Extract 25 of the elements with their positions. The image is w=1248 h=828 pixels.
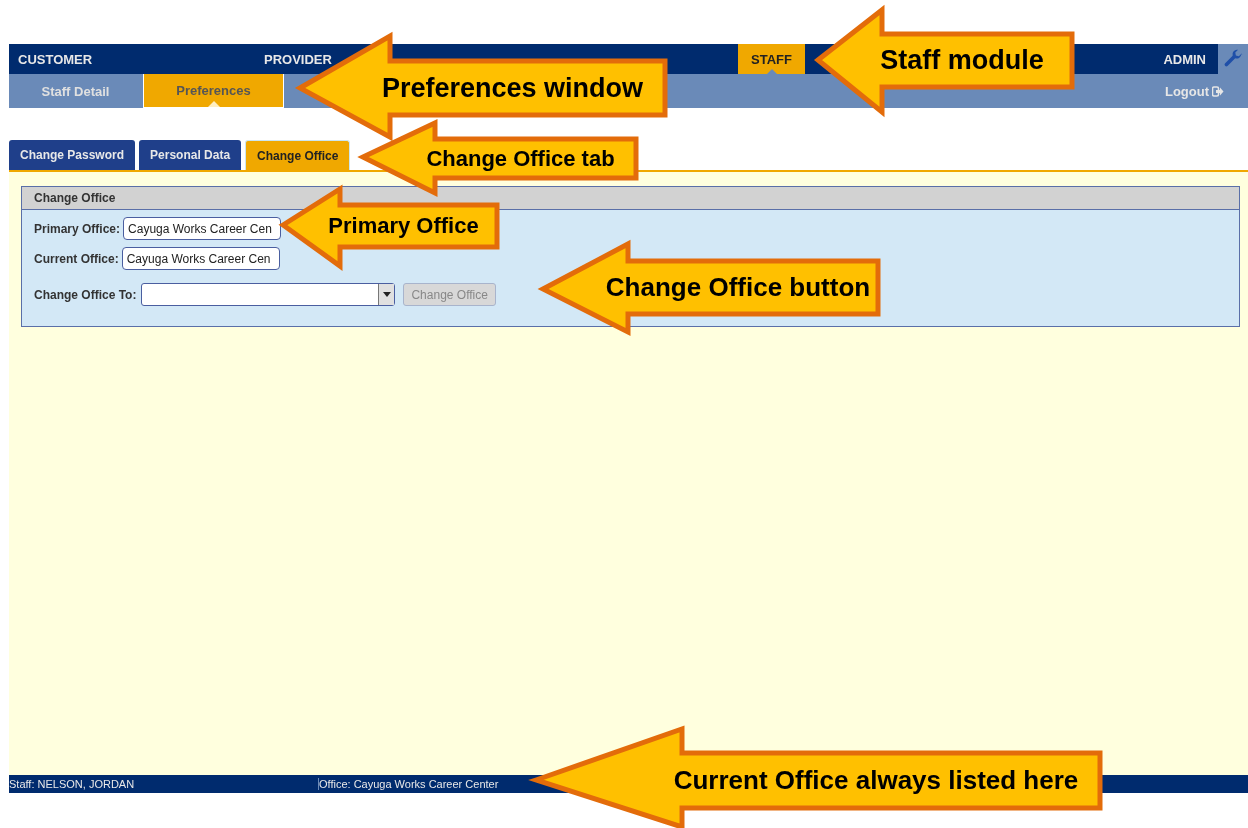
tab[interactable]: Change Password [9, 140, 136, 170]
module-tab[interactable]: PROVIDER [264, 44, 332, 74]
logout-icon [1212, 85, 1224, 97]
sub-tab[interactable]: Preferences [143, 74, 284, 108]
dropdown-field[interactable] [141, 283, 396, 306]
input-field[interactable]: Cayuga Works Career Cen [123, 217, 282, 240]
callout-label: Staff module [880, 45, 1044, 76]
panel-title: Change Office [22, 187, 1239, 210]
office-name: Office: Cayuga Works Career Center [319, 778, 499, 790]
callout-label: Change Office tab [426, 145, 615, 172]
callout-label: Change Office button [605, 272, 871, 303]
staff-name: Staff: NELSON, JORDAN [9, 778, 319, 790]
tab[interactable]: Personal Data [139, 140, 242, 170]
tab[interactable]: Change Office [245, 140, 351, 170]
field-label: Current Office: [34, 251, 119, 266]
caret-icon [382, 292, 391, 297]
callout-label: Preferences window [381, 72, 644, 104]
input-field[interactable]: Cayuga Works Career Cen [121, 247, 280, 270]
field-label: Change Office To: [34, 287, 137, 302]
module-tab[interactable]: STAFF [738, 44, 805, 74]
module-tab[interactable]: CUSTOMER [18, 44, 93, 74]
callout-label: Current Office always listed here [673, 765, 1079, 796]
module-tab[interactable]: ADMIN [1163, 44, 1206, 74]
field-label: Primary Office: [34, 221, 121, 236]
callout-label: Primary Office [328, 213, 479, 239]
